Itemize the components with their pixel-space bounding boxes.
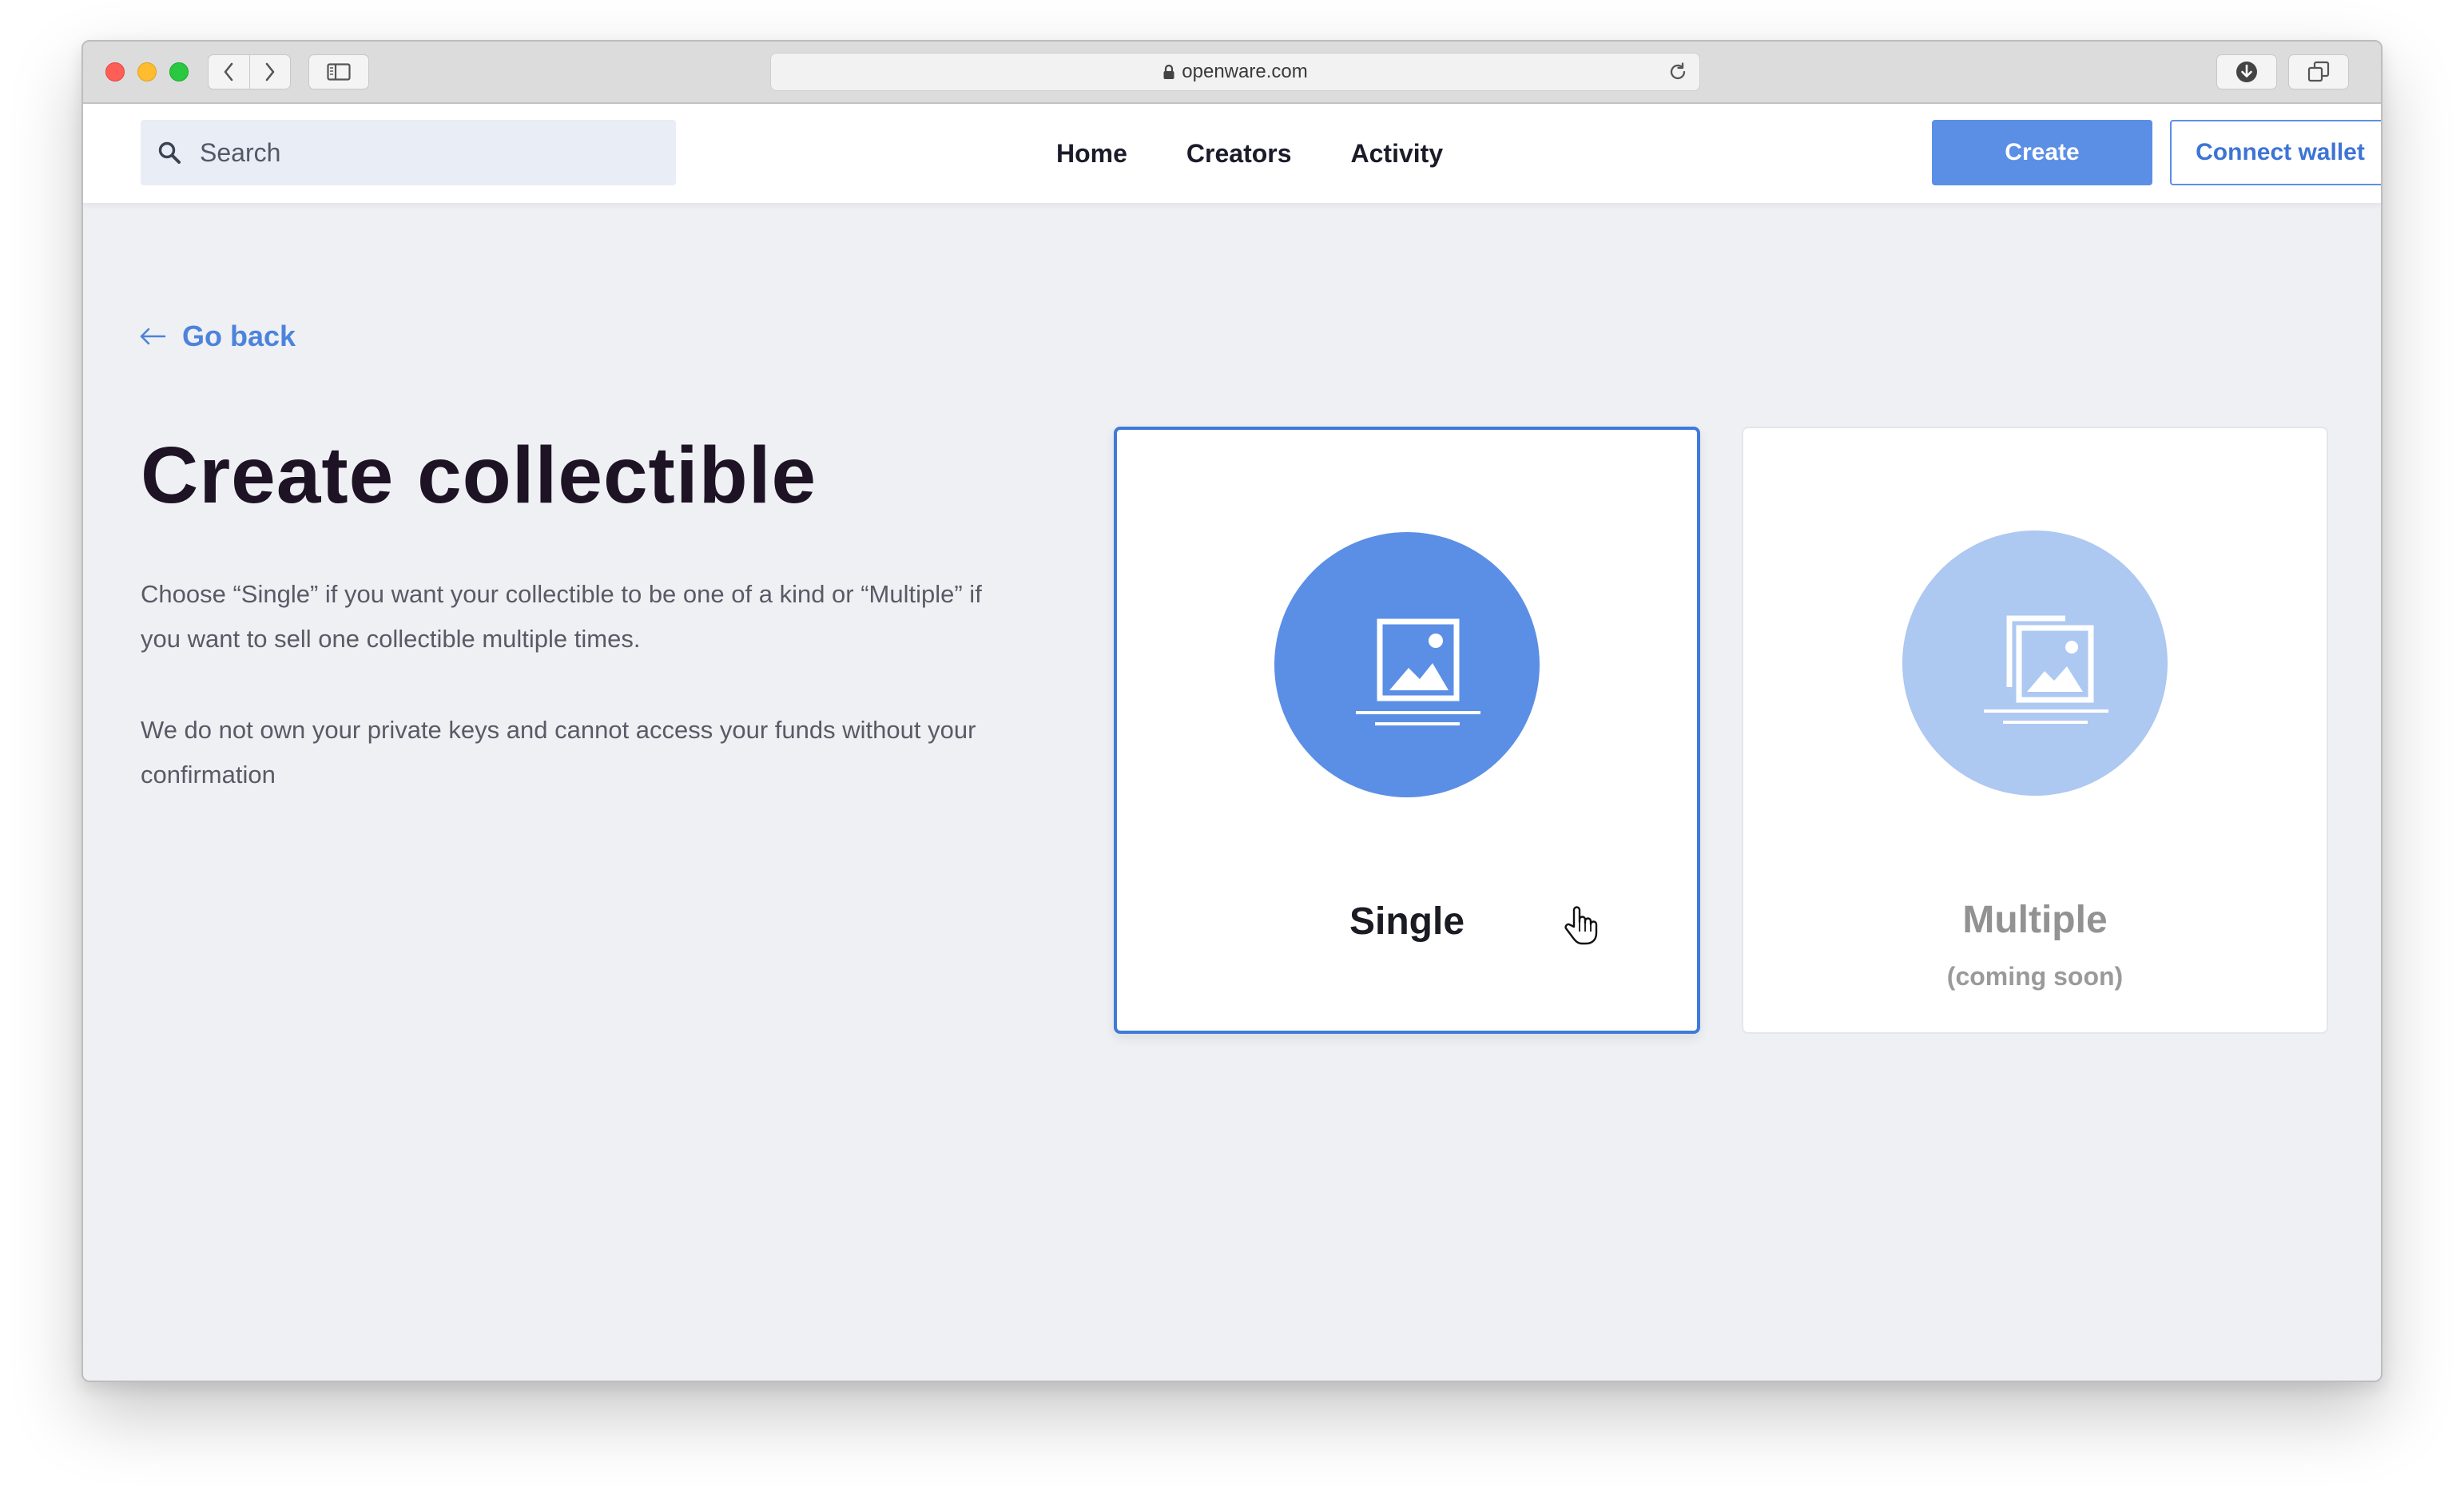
coming-soon-note: (coming soon) [1946, 962, 2124, 991]
zoom-window-button[interactable] [169, 62, 189, 81]
tab-overview-button[interactable] [2288, 54, 2349, 89]
single-label: Single [1349, 900, 1465, 943]
hand-pointer-cursor-icon [1563, 904, 1598, 950]
minimize-window-button[interactable] [137, 62, 157, 81]
site-header: Home Creators Activity Create Connect wa… [83, 104, 2381, 203]
main-nav: Home Creators Activity [1056, 104, 1443, 203]
search-box[interactable] [141, 120, 676, 185]
download-icon [2236, 62, 2257, 82]
sidebar-icon [327, 63, 351, 81]
lock-icon [1162, 64, 1175, 80]
multiple-option-card[interactable]: Multiple (coming soon) [1742, 427, 2328, 1034]
single-option-card[interactable]: Single [1114, 427, 1700, 1034]
arrow-left-icon [139, 327, 166, 346]
reload-button[interactable] [1667, 62, 1688, 88]
back-icon [225, 62, 233, 81]
close-window-button[interactable] [105, 62, 125, 81]
downloads-button[interactable] [2216, 54, 2277, 89]
multiple-images-icon [1902, 530, 2168, 796]
back-button[interactable] [209, 55, 249, 89]
single-image-icon [1274, 532, 1540, 797]
forward-icon [265, 62, 275, 81]
reload-icon [1670, 62, 1686, 80]
description-keys: We do not own your private keys and cann… [141, 716, 976, 789]
url-text: openware.com [1182, 61, 1308, 82]
sidebar-toggle-button[interactable] [308, 54, 369, 89]
connect-wallet-button[interactable]: Connect wallet [2170, 120, 2381, 185]
browser-window: openware.com Home Creators Activity Crea… [81, 40, 2383, 1382]
create-button[interactable]: Create [1932, 120, 2152, 185]
page-title: Create collectible [141, 431, 817, 520]
browser-toolbar: openware.com [83, 42, 2381, 104]
multiple-label: Multiple [1962, 899, 2108, 941]
description-choose: Choose “Single” if you want your collect… [141, 580, 982, 653]
nav-creators-link[interactable]: Creators [1186, 139, 1292, 169]
nav-activity-link[interactable]: Activity [1351, 139, 1444, 169]
history-nav [208, 54, 291, 89]
nav-home-link[interactable]: Home [1056, 139, 1127, 169]
go-back-link[interactable]: Go back [139, 320, 296, 353]
tabs-icon [2307, 61, 2330, 82]
search-input[interactable] [200, 137, 647, 168]
search-icon [158, 141, 181, 164]
forward-button[interactable] [248, 55, 290, 89]
go-back-label: Go back [182, 320, 296, 352]
address-bar[interactable]: openware.com [770, 53, 1700, 91]
